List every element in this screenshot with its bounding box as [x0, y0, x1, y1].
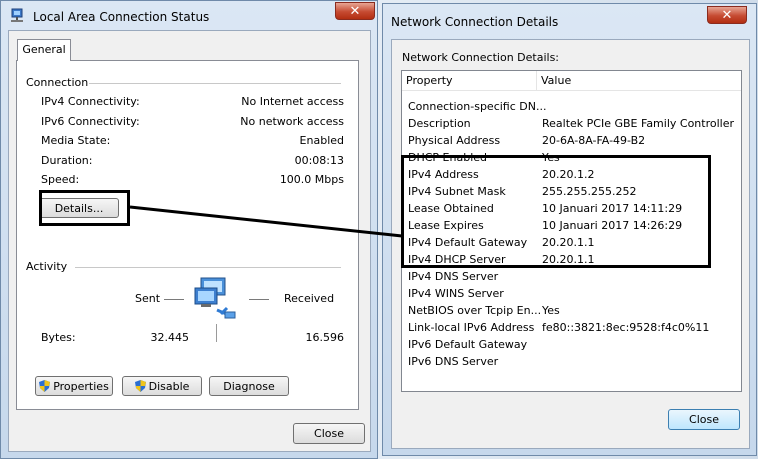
tab-general[interactable]: General [17, 39, 71, 61]
connector-line [129, 205, 403, 238]
tab-general-label: General [22, 43, 66, 56]
